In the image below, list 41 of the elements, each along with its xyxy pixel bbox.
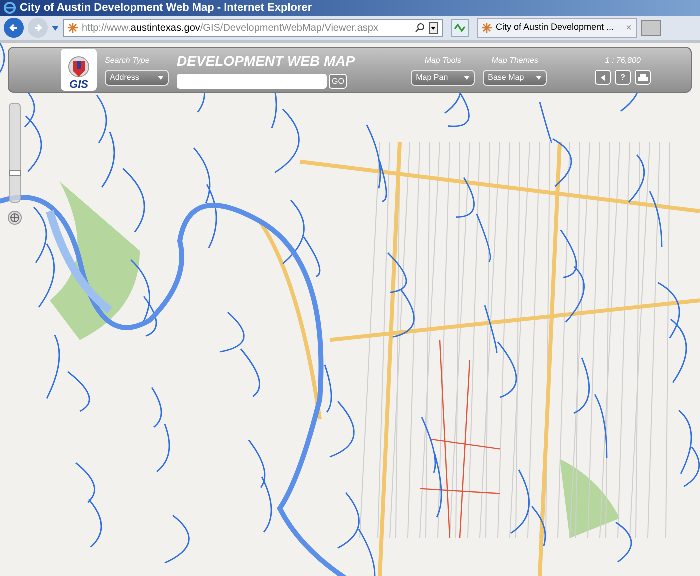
new-tab-button[interactable] xyxy=(641,20,661,36)
address-field[interactable]: http://www.austintexas.gov/GIS/DevelopmentWebMap/Viewer.aspx xyxy=(63,19,443,37)
caret-icon xyxy=(158,76,164,80)
caret-icon xyxy=(464,76,470,80)
search-type-dropdown[interactable]: Address xyxy=(105,70,169,86)
zoom-slider[interactable] xyxy=(9,103,21,203)
back-button[interactable] xyxy=(4,18,24,38)
left-arrow-icon xyxy=(9,23,19,33)
field-label: Map Themes xyxy=(492,54,538,66)
help-button[interactable]: ? xyxy=(615,70,632,85)
caret-icon xyxy=(536,76,542,80)
right-arrow-icon xyxy=(33,23,43,33)
field-label: Search Type xyxy=(105,54,150,66)
app-title: DEVELOPMENT WEB MAP xyxy=(177,52,356,71)
browser-logo-icon xyxy=(4,2,16,14)
left-triangle-icon xyxy=(601,74,606,80)
browser-tab[interactable]: City of Austin Development ... × xyxy=(477,18,637,38)
zoom-slider-thumb[interactable] xyxy=(9,170,21,176)
map-tools-dropdown[interactable]: Map Pan xyxy=(411,70,476,86)
search-field[interactable] xyxy=(177,74,327,89)
search-icon[interactable] xyxy=(415,23,425,33)
tab-close-button[interactable]: × xyxy=(626,20,632,36)
printer-icon xyxy=(638,74,648,82)
shield-icon xyxy=(68,56,90,80)
tab-title: City of Austin Development ... xyxy=(496,21,614,34)
caret-icon[interactable] xyxy=(52,26,59,30)
refresh-button[interactable] xyxy=(451,19,469,37)
star-icon xyxy=(482,23,492,33)
map-drawing[interactable] xyxy=(0,43,700,576)
go-button[interactable]: GO xyxy=(329,74,348,89)
url-text: http://www.austintexas.gov/GIS/DevelopmentWebMap/Viewer.aspx xyxy=(82,22,378,36)
logo-text: GIS xyxy=(70,80,88,91)
field-label: Map Tools xyxy=(424,54,462,66)
map-scale: 1 : 76,800 xyxy=(605,55,641,67)
globe-icon xyxy=(10,213,20,223)
print-button[interactable] xyxy=(635,70,652,85)
window-title: City of Austin Development Web Map - Internet Explorer xyxy=(20,0,312,16)
star-icon xyxy=(68,23,78,33)
back-button[interactable] xyxy=(595,70,612,85)
map-themes-dropdown[interactable]: Base Map xyxy=(483,70,548,86)
dropdown-icon[interactable] xyxy=(429,22,438,34)
